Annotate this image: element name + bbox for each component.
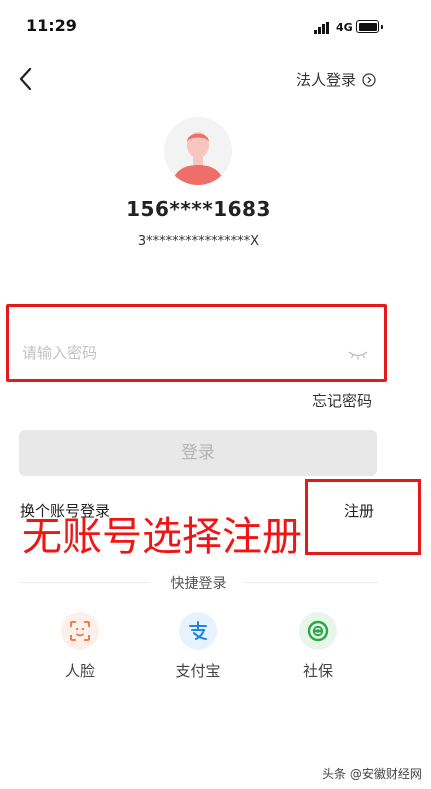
battery-tip (381, 25, 383, 29)
highlight-box-register (305, 479, 421, 555)
quick-login-title: 快捷登录 (170, 576, 227, 592)
avatar (164, 117, 232, 185)
quick-login-label: 支付宝 (175, 662, 221, 680)
quick-login-social-security[interactable]: 社保 (278, 612, 358, 681)
legal-login-link[interactable]: 法人登录 (296, 69, 376, 90)
id-number: 3****************X (137, 234, 260, 249)
social-security-icon (299, 612, 337, 650)
divider-right (244, 582, 378, 583)
phone-number: 156****1683 (126, 197, 271, 221)
signal-icon (314, 22, 332, 34)
highlight-box-password (6, 304, 387, 382)
back-icon[interactable] (14, 64, 40, 94)
quick-login-face[interactable]: 人脸 (40, 612, 120, 681)
quick-login-label: 社保 (302, 662, 333, 680)
chevron-circle-icon (362, 72, 376, 87)
alipay-icon (179, 612, 217, 650)
legal-login-label: 法人登录 (296, 71, 357, 89)
user-avatar-icon (164, 117, 232, 185)
quick-login-label: 人脸 (64, 662, 95, 680)
annotation-text: 无账号选择注册 (22, 514, 302, 560)
battery-icon (356, 20, 379, 33)
forgot-password-link[interactable]: 忘记密码 (312, 390, 372, 411)
status-time: 11:29 (26, 16, 77, 35)
login-button[interactable]: 登录 (19, 430, 377, 476)
watermark: 头条 @安徽财经网 (322, 767, 422, 781)
face-scan-icon (61, 612, 99, 650)
network-type: 4G (336, 21, 353, 34)
quick-login-alipay[interactable]: 支付宝 (158, 612, 238, 681)
